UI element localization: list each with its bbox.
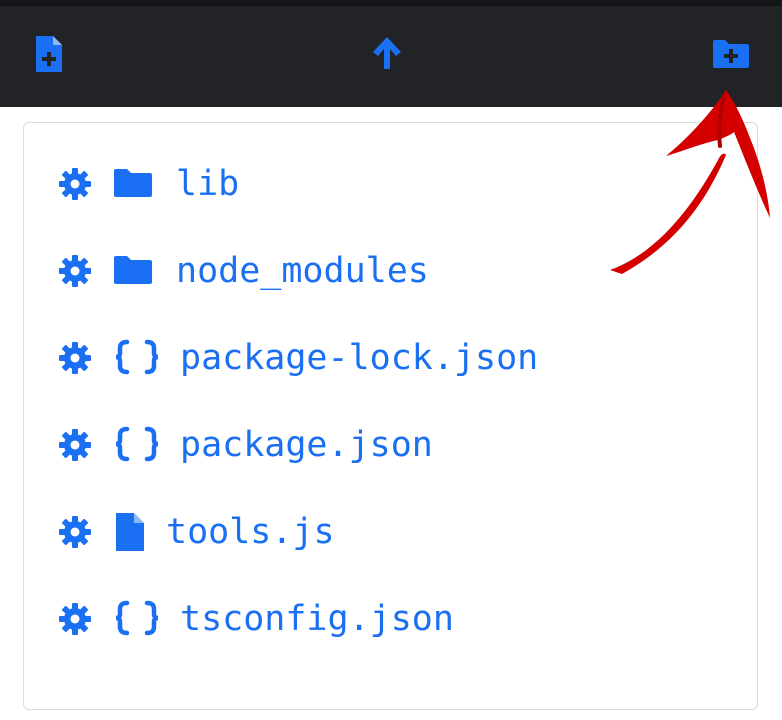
- file-icon: [114, 511, 146, 553]
- new-file-button[interactable]: [22, 30, 76, 78]
- list-item[interactable]: lib: [24, 153, 757, 213]
- file-name[interactable]: lib: [176, 159, 239, 209]
- toolbar-top-edge: [0, 0, 782, 6]
- arrow-up-icon: [373, 37, 401, 69]
- parent-directory-button[interactable]: [360, 28, 414, 78]
- folder-icon: [112, 250, 154, 290]
- braces-icon: [112, 424, 162, 464]
- list-item[interactable]: node_modules: [24, 240, 757, 300]
- file-name[interactable]: tools.js: [166, 507, 335, 557]
- file-list-panel: lib node_modules package-lock.json packa…: [23, 122, 758, 710]
- folder-icon: [112, 163, 154, 203]
- gear-icon[interactable]: [56, 252, 94, 290]
- list-item[interactable]: tsconfig.json: [24, 588, 757, 648]
- gear-icon[interactable]: [56, 165, 94, 203]
- file-name[interactable]: package-lock.json: [180, 333, 538, 383]
- gear-icon[interactable]: [56, 339, 94, 377]
- file-name[interactable]: package.json: [180, 420, 433, 470]
- gear-icon[interactable]: [56, 600, 94, 638]
- new-folder-button[interactable]: [702, 30, 760, 78]
- list-item[interactable]: tools.js: [24, 501, 757, 561]
- braces-icon: [112, 337, 162, 377]
- file-name[interactable]: tsconfig.json: [180, 594, 454, 644]
- file-plus-icon: [36, 36, 62, 72]
- gear-icon[interactable]: [56, 513, 94, 551]
- list-item[interactable]: package-lock.json: [24, 327, 757, 387]
- folder-plus-icon: [713, 40, 749, 68]
- list-item[interactable]: package.json: [24, 414, 757, 474]
- braces-icon: [112, 598, 162, 638]
- gear-icon[interactable]: [56, 426, 94, 464]
- toolbar: [0, 0, 782, 107]
- file-name[interactable]: node_modules: [176, 246, 429, 296]
